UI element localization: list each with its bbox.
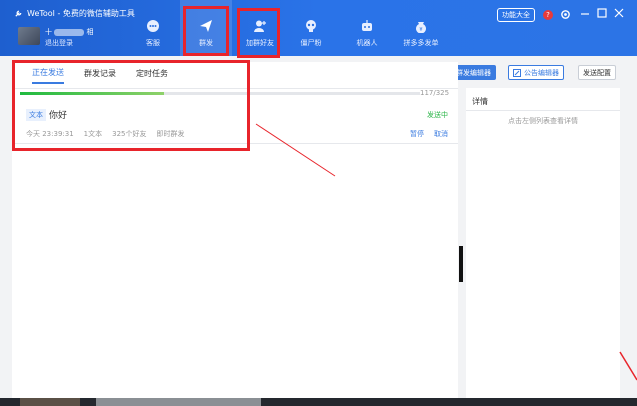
annotation-line [255, 123, 336, 177]
taskbar-thumbnail [96, 398, 261, 406]
annotation-line [619, 351, 637, 381]
annotation-arrows [255, 123, 637, 381]
taskbar-thumbnail [20, 398, 80, 406]
